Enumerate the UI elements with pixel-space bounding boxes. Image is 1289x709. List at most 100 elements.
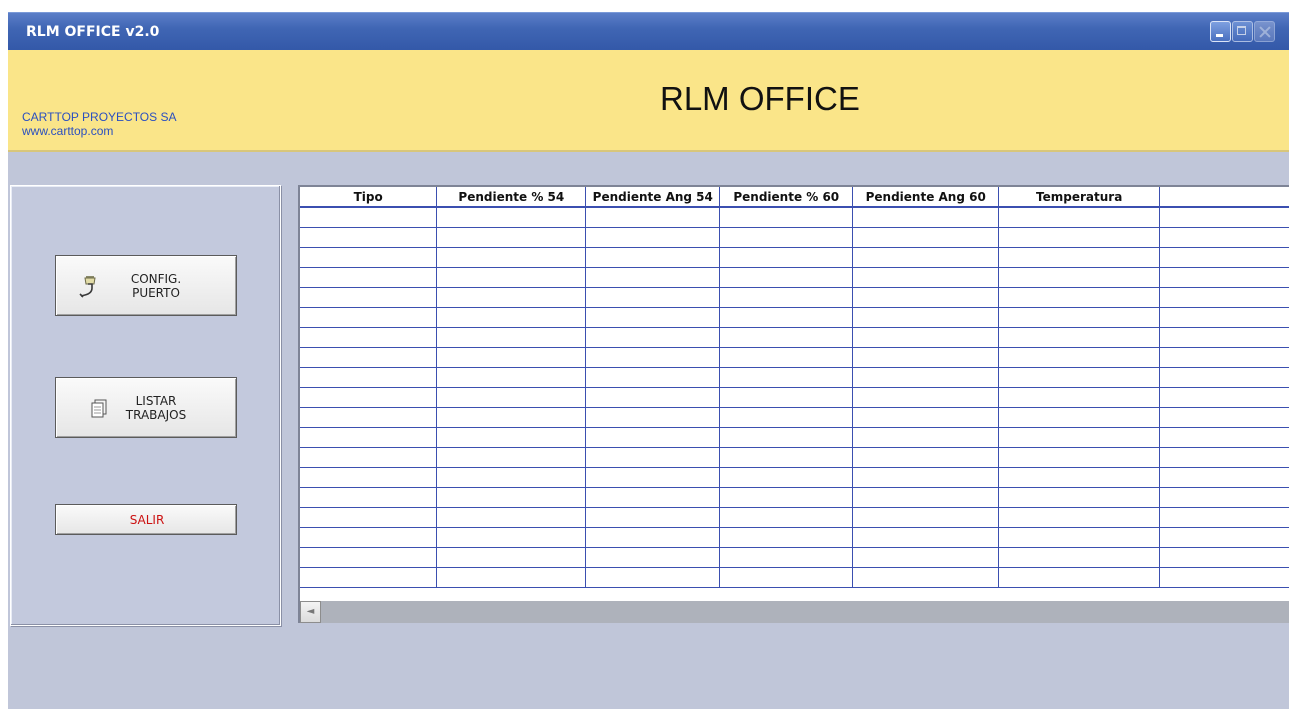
table-cell[interactable] [1159, 307, 1289, 328]
table-cell[interactable] [998, 567, 1161, 588]
table-cell[interactable] [998, 447, 1161, 468]
table-cell[interactable] [585, 507, 721, 528]
table-cell[interactable] [998, 527, 1161, 548]
table-cell[interactable] [719, 487, 854, 508]
table-cell[interactable] [436, 467, 587, 488]
table-row[interactable] [300, 467, 1289, 488]
table-cell[interactable] [585, 287, 721, 308]
table-cell[interactable] [719, 407, 854, 428]
table-cell[interactable] [852, 527, 1000, 548]
close-button[interactable] [1254, 21, 1275, 42]
column-header-extra[interactable] [1159, 187, 1289, 208]
table-cell[interactable] [436, 327, 587, 348]
table-row[interactable] [300, 547, 1289, 568]
table-cell[interactable] [585, 547, 721, 568]
table-cell[interactable] [436, 447, 587, 468]
table-cell[interactable] [998, 307, 1161, 328]
table-cell[interactable] [719, 447, 854, 468]
table-cell[interactable] [719, 367, 854, 388]
table-cell[interactable] [852, 367, 1000, 388]
table-cell[interactable] [585, 527, 721, 548]
table-cell[interactable] [719, 207, 854, 228]
table-cell[interactable] [719, 327, 854, 348]
table-cell[interactable] [998, 207, 1161, 228]
horizontal-scrollbar[interactable]: ◄ [300, 601, 1289, 623]
table-cell[interactable] [585, 247, 721, 268]
table-row[interactable] [300, 487, 1289, 508]
table-cell[interactable] [852, 207, 1000, 228]
table-row[interactable] [300, 347, 1289, 368]
table-cell[interactable] [998, 387, 1161, 408]
table-cell[interactable] [998, 467, 1161, 488]
exit-button[interactable]: SALIR [55, 504, 237, 535]
table-cell[interactable] [719, 247, 854, 268]
table-cell[interactable] [998, 487, 1161, 508]
list-jobs-button[interactable]: LISTAR TRABAJOS [55, 377, 237, 438]
table-cell[interactable] [852, 327, 1000, 348]
table-cell[interactable] [852, 287, 1000, 308]
table-cell[interactable] [719, 527, 854, 548]
table-cell[interactable] [719, 427, 854, 448]
table-cell[interactable] [300, 407, 438, 428]
table-cell[interactable] [852, 467, 1000, 488]
table-cell[interactable] [1159, 387, 1289, 408]
table-cell[interactable] [998, 267, 1161, 288]
table-cell[interactable] [1159, 447, 1289, 468]
table-cell[interactable] [585, 487, 721, 508]
scroll-left-button[interactable]: ◄ [300, 601, 321, 623]
table-cell[interactable] [436, 547, 587, 568]
table-cell[interactable] [300, 487, 438, 508]
table-cell[interactable] [585, 227, 721, 248]
table-row[interactable] [300, 247, 1289, 268]
table-row[interactable] [300, 407, 1289, 428]
table-cell[interactable] [585, 427, 721, 448]
table-cell[interactable] [998, 327, 1161, 348]
table-cell[interactable] [300, 347, 438, 368]
table-row[interactable] [300, 507, 1289, 528]
table-cell[interactable] [585, 407, 721, 428]
table-row[interactable] [300, 567, 1289, 588]
table-cell[interactable] [719, 347, 854, 368]
table-cell[interactable] [585, 367, 721, 388]
table-cell[interactable] [585, 207, 721, 228]
table-cell[interactable] [585, 307, 721, 328]
table-cell[interactable] [436, 507, 587, 528]
table-cell[interactable] [852, 227, 1000, 248]
table-row[interactable] [300, 327, 1289, 348]
table-cell[interactable] [852, 427, 1000, 448]
table-cell[interactable] [998, 427, 1161, 448]
table-cell[interactable] [852, 387, 1000, 408]
table-cell[interactable] [998, 227, 1161, 248]
table-cell[interactable] [719, 507, 854, 528]
table-cell[interactable] [436, 307, 587, 328]
table-cell[interactable] [1159, 467, 1289, 488]
table-cell[interactable] [300, 507, 438, 528]
table-cell[interactable] [719, 227, 854, 248]
table-cell[interactable] [585, 267, 721, 288]
table-cell[interactable] [998, 247, 1161, 268]
table-cell[interactable] [852, 547, 1000, 568]
table-cell[interactable] [300, 387, 438, 408]
table-cell[interactable] [300, 247, 438, 268]
table-cell[interactable] [852, 247, 1000, 268]
table-row[interactable] [300, 527, 1289, 548]
table-cell[interactable] [436, 367, 587, 388]
table-cell[interactable] [998, 507, 1161, 528]
table-cell[interactable] [719, 307, 854, 328]
table-cell[interactable] [1159, 247, 1289, 268]
column-header-pendiente-ang-60[interactable]: Pendiente Ang 60 [852, 187, 1000, 208]
title-bar[interactable]: RLM OFFICE v2.0 [8, 12, 1289, 51]
table-cell[interactable] [998, 347, 1161, 368]
table-cell[interactable] [719, 267, 854, 288]
table-cell[interactable] [852, 347, 1000, 368]
table-row[interactable] [300, 387, 1289, 408]
column-header-pendiente-pct-60[interactable]: Pendiente % 60 [719, 187, 854, 208]
table-cell[interactable] [436, 407, 587, 428]
table-cell[interactable] [436, 527, 587, 548]
table-cell[interactable] [719, 547, 854, 568]
table-cell[interactable] [852, 267, 1000, 288]
table-cell[interactable] [998, 287, 1161, 308]
table-cell[interactable] [585, 567, 721, 588]
table-cell[interactable] [585, 327, 721, 348]
table-cell[interactable] [1159, 347, 1289, 368]
